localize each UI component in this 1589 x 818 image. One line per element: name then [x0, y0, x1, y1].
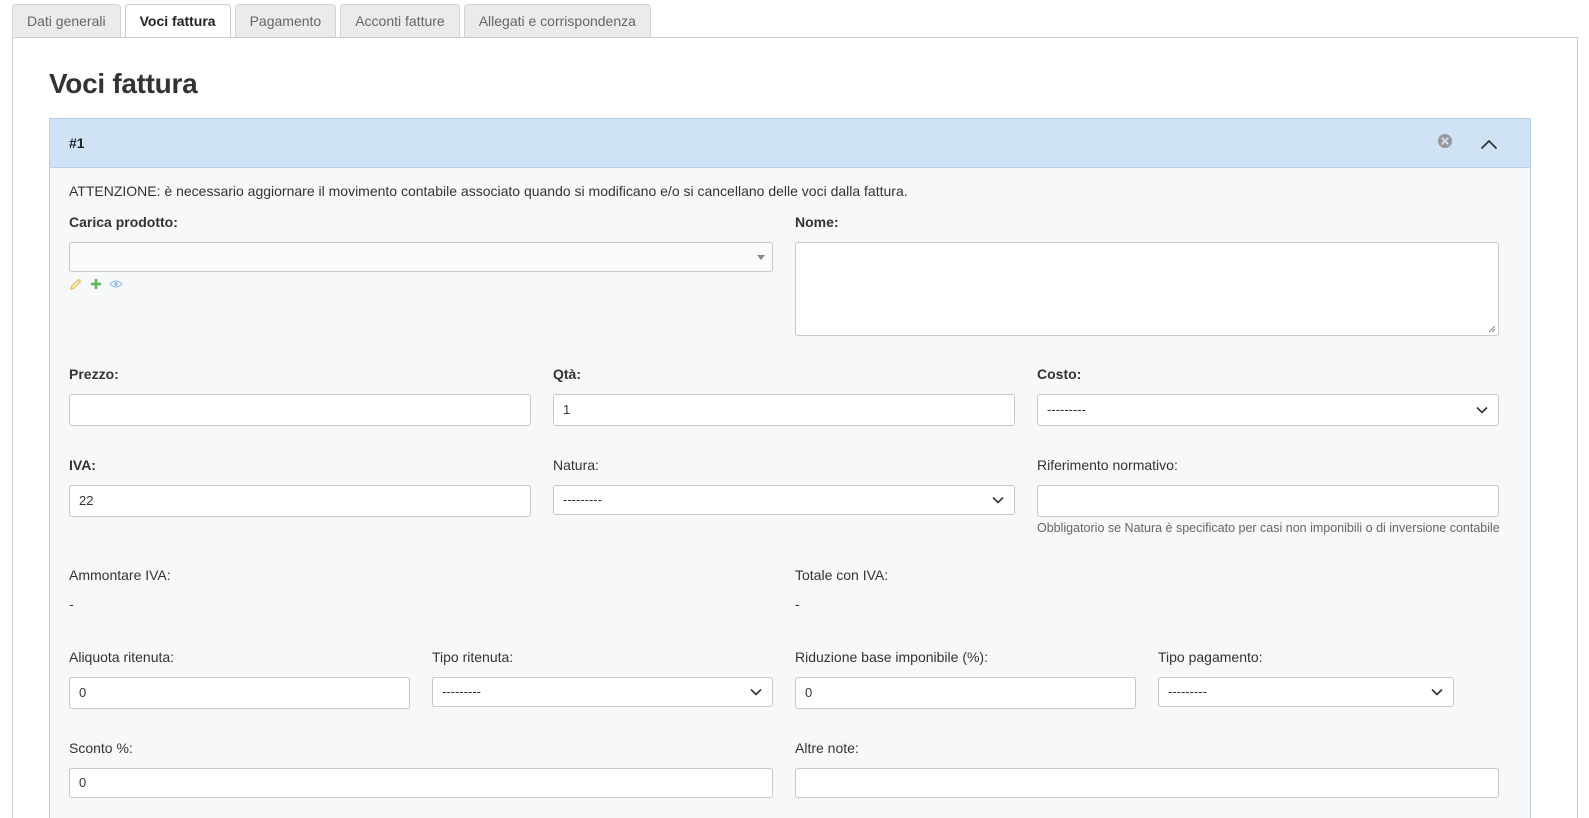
costo-label: Costo:	[1037, 366, 1082, 382]
chevron-down-icon	[992, 496, 1004, 504]
natura-select[interactable]: ---------	[553, 485, 1015, 515]
product-label: Carica prodotto:	[69, 214, 178, 230]
tipo-ritenuta-select-value: ---------	[442, 684, 481, 699]
tipo-ritenuta-select[interactable]: ---------	[432, 677, 773, 707]
aliquota-ritenuta-input[interactable]: 0	[69, 677, 410, 709]
totale-iva-value: -	[795, 596, 800, 612]
ammontare-iva-label: Ammontare IVA:	[69, 567, 171, 583]
natura-label: Natura:	[553, 457, 599, 473]
tipo-pagamento-select-value: ---------	[1168, 684, 1207, 699]
chevron-down-icon	[1431, 688, 1443, 696]
close-circle-icon[interactable]	[1437, 133, 1453, 149]
tipo-pagamento-label: Tipo pagamento:	[1158, 649, 1263, 665]
chevron-down-icon	[1476, 406, 1488, 414]
invoice-item-card: #1 ATTENZIONE: è necessario aggiornare i…	[49, 118, 1531, 818]
riduzione-input[interactable]: 0	[795, 677, 1136, 709]
tipo-ritenuta-label: Tipo ritenuta:	[432, 649, 514, 665]
natura-select-value: ---------	[563, 492, 602, 507]
qta-input[interactable]: 1	[553, 394, 1015, 426]
nome-textarea[interactable]	[795, 242, 1499, 336]
page-title: Voci fattura	[49, 68, 198, 99]
totale-iva-label: Totale con IVA:	[795, 567, 889, 583]
qta-label: Qtà:	[553, 366, 581, 382]
plus-icon[interactable]	[89, 277, 103, 291]
tab-bar: Dati generali Voci fattura Pagamento Acc…	[12, 4, 651, 38]
sconto-label: Sconto %:	[69, 740, 133, 756]
costo-select[interactable]: ---------	[1037, 394, 1499, 426]
tab-pagamento[interactable]: Pagamento	[234, 4, 337, 37]
tab-panel: Voci fattura #1 ATTENZIONE: è necessario…	[12, 37, 1578, 818]
chevron-up-icon[interactable]	[1478, 133, 1500, 155]
iva-input[interactable]: 22	[69, 485, 531, 517]
iva-label: IVA:	[69, 457, 96, 473]
pencil-icon[interactable]	[69, 277, 83, 291]
riduzione-label: Riduzione base imponibile (%):	[795, 649, 988, 665]
caret-down-icon	[757, 255, 765, 260]
altre-note-label: Altre note:	[795, 740, 859, 756]
tab-dati-generali[interactable]: Dati generali	[12, 4, 121, 37]
eye-icon[interactable]	[109, 277, 123, 291]
chevron-down-icon	[750, 688, 762, 696]
riferimento-input[interactable]	[1037, 485, 1499, 517]
product-select[interactable]	[69, 242, 773, 272]
riferimento-label: Riferimento normativo:	[1037, 457, 1178, 473]
resize-grip-icon[interactable]	[1487, 324, 1496, 333]
ammontare-iva-value: -	[69, 596, 74, 612]
prezzo-input[interactable]	[69, 394, 531, 426]
item-number: #1	[69, 135, 85, 151]
tab-acconti-fatture[interactable]: Acconti fatture	[340, 4, 460, 37]
riferimento-help-text: Obbligatorio se Natura è specificato per…	[1037, 521, 1500, 535]
warning-notice: ATTENZIONE: è necessario aggiornare il m…	[69, 183, 908, 199]
prezzo-label: Prezzo:	[69, 366, 119, 382]
sconto-input[interactable]: 0	[69, 768, 773, 798]
tipo-pagamento-select[interactable]: ---------	[1158, 677, 1454, 707]
tab-voci-fattura[interactable]: Voci fattura	[124, 4, 231, 38]
costo-select-value: ---------	[1047, 402, 1086, 417]
altre-note-input[interactable]	[795, 768, 1499, 798]
invoice-item-header[interactable]: #1	[50, 119, 1530, 168]
tab-allegati-corrispondenza[interactable]: Allegati e corrispondenza	[463, 4, 651, 37]
nome-label: Nome:	[795, 214, 839, 230]
aliquota-ritenuta-label: Aliquota ritenuta:	[69, 649, 175, 665]
